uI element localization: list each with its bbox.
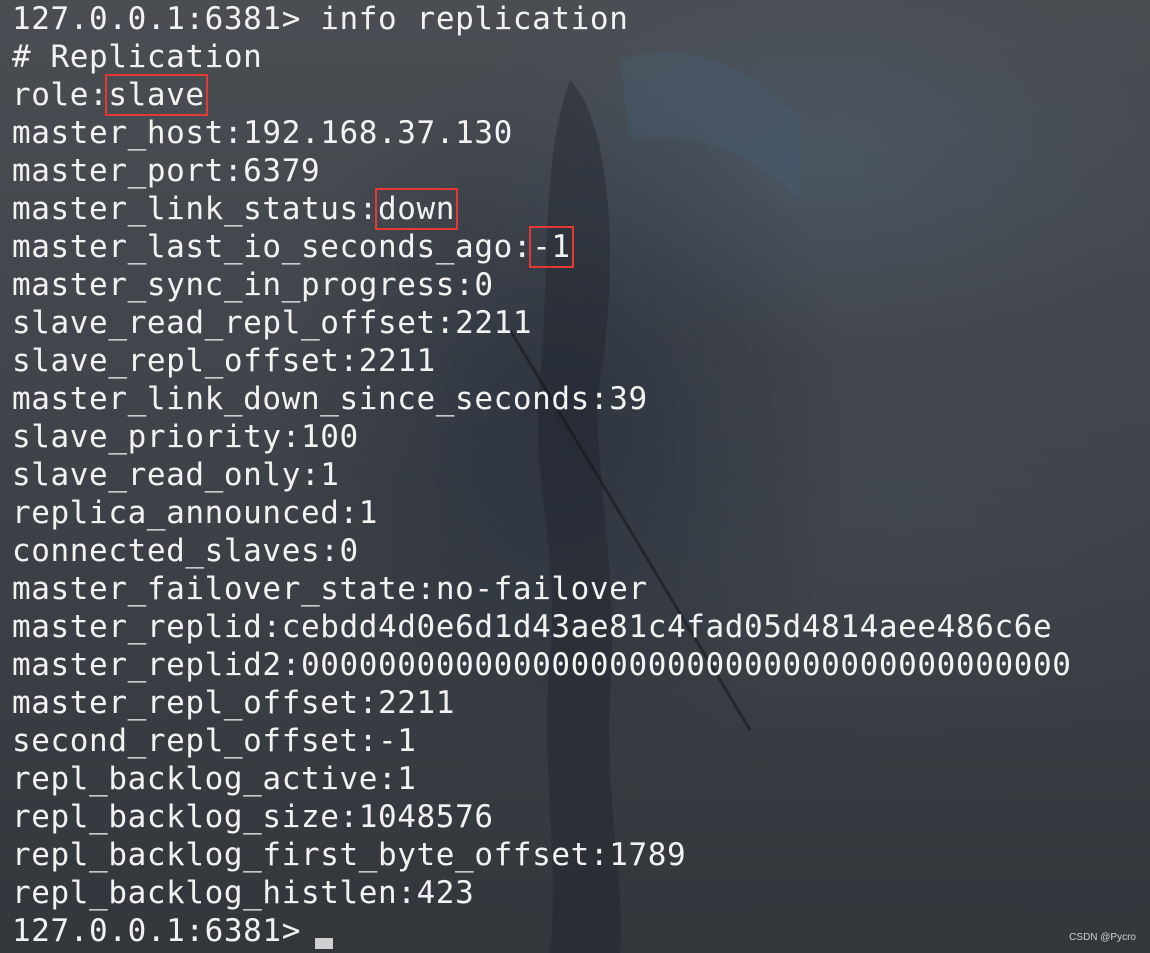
field-line: master_repl_offset:2211	[12, 684, 1072, 722]
field-separator: :	[358, 685, 379, 721]
field-separator: :	[358, 723, 379, 759]
field-separator: :	[589, 381, 610, 417]
field-line: master_failover_state:no-failover	[12, 570, 1072, 608]
command-line: 127.0.0.1:6381> info replication	[12, 0, 1072, 38]
prompt: 127.0.0.1:6381>	[12, 1, 301, 37]
field-line: replica_announced:1	[12, 494, 1072, 532]
field-separator: :	[300, 457, 321, 493]
field-separator: :	[320, 533, 340, 569]
field-value: -1	[378, 723, 417, 759]
field-key: role	[12, 77, 90, 113]
field-key: repl_backlog_active	[12, 761, 379, 797]
field-value: 192.168.37.130	[243, 115, 513, 151]
field-key: second_repl_offset	[12, 723, 359, 759]
field-key: replica_announced	[12, 495, 340, 531]
field-value: 1789	[609, 837, 687, 873]
field-key: connected_slaves	[12, 533, 321, 569]
field-line: second_repl_offset:-1	[12, 722, 1072, 760]
field-key: master_host	[12, 115, 224, 151]
field-separator: :	[435, 305, 456, 341]
field-value: 1048576	[358, 799, 494, 835]
field-key: master_replid	[12, 609, 263, 645]
field-separator: :	[339, 495, 359, 531]
field-separator: :	[339, 343, 359, 379]
field-value-highlighted: slave	[105, 74, 208, 116]
field-separator: :	[416, 571, 436, 607]
field-line: slave_read_only:1	[12, 456, 1072, 494]
field-value: 2211	[358, 343, 436, 379]
field-key: slave_read_only	[12, 457, 301, 493]
field-line: master_port:6379	[12, 152, 1072, 190]
field-line: slave_repl_offset:2211	[12, 342, 1072, 380]
field-line: repl_backlog_first_byte_offset:1789	[12, 836, 1072, 874]
field-value: cebdd4d0e6d1d43ae81c4fad05d4814aee486c6e	[281, 609, 1053, 645]
field-line: master_last_io_seconds_ago:-1	[12, 226, 1072, 268]
field-key: slave_priority	[12, 419, 282, 455]
field-line: repl_backlog_size:1048576	[12, 798, 1072, 836]
field-separator: :	[378, 761, 398, 797]
field-value: 2211	[455, 305, 533, 341]
field-key: master_repl_offset	[12, 685, 359, 721]
field-separator: :	[262, 609, 282, 645]
field-value: no-failover	[435, 571, 648, 607]
field-key: master_sync_in_progress	[12, 267, 456, 303]
field-value: 0	[339, 533, 359, 569]
field-value-highlighted: -1	[529, 226, 574, 268]
terminal-window[interactable]: 127.0.0.1:6381> info replication # Repli…	[0, 0, 1150, 953]
field-key: repl_backlog_size	[12, 799, 340, 835]
field-separator: :	[358, 191, 379, 227]
field-key: master_replid2	[12, 647, 282, 683]
field-key: repl_backlog_histlen	[12, 875, 398, 911]
field-value-highlighted: down	[375, 188, 459, 230]
field-line: master_host:192.168.37.130	[12, 114, 1072, 152]
field-value: 39	[609, 381, 648, 417]
field-line: master_replid2:0000000000000000000000000…	[12, 646, 1072, 684]
field-separator: :	[281, 647, 301, 683]
command-text: info replication	[320, 1, 629, 37]
field-value: 1	[397, 761, 417, 797]
field-key: slave_repl_offset	[12, 343, 340, 379]
field-key: master_last_io_seconds_ago	[12, 229, 513, 265]
field-key: master_port	[12, 153, 224, 189]
field-line: role:slave	[12, 74, 1072, 116]
field-value: 0000000000000000000000000000000000000000	[300, 647, 1072, 683]
field-value: 1	[358, 495, 379, 531]
field-line: master_link_down_since_seconds:39	[12, 380, 1072, 418]
field-line: slave_read_repl_offset:2211	[12, 304, 1072, 342]
field-separator: :	[223, 115, 244, 151]
terminal-output: 127.0.0.1:6381> info replication # Repli…	[12, 0, 1072, 950]
field-line: master_replid:cebdd4d0e6d1d43ae81c4fad05…	[12, 608, 1072, 646]
field-line: connected_slaves:0	[12, 532, 1072, 570]
field-separator: :	[455, 267, 475, 303]
cursor	[314, 938, 333, 949]
field-value: 2211	[378, 685, 456, 721]
field-key: repl_backlog_first_byte_offset	[12, 837, 590, 873]
prompt: 127.0.0.1:6381>	[12, 913, 301, 949]
field-separator: :	[512, 229, 533, 265]
watermark: CSDN @Pycro	[1069, 932, 1136, 943]
field-value: 6379	[243, 153, 321, 189]
field-line: slave_priority:100	[12, 418, 1072, 456]
field-key: master_failover_state	[12, 571, 417, 607]
field-line: repl_backlog_histlen:423	[12, 874, 1072, 912]
field-key: master_link_status	[12, 191, 359, 227]
field-separator: :	[281, 419, 301, 455]
field-separator: :	[223, 153, 244, 189]
field-line: master_sync_in_progress:0	[12, 266, 1072, 304]
field-separator: :	[589, 837, 610, 873]
field-value: 0	[474, 267, 494, 303]
field-value: 1	[320, 457, 340, 493]
field-value: 100	[300, 419, 359, 455]
field-line: master_link_status:down	[12, 188, 1072, 230]
field-line: repl_backlog_active:1	[12, 760, 1072, 798]
section-header: # Replication	[12, 39, 263, 75]
field-separator: :	[339, 799, 359, 835]
field-value: 423	[416, 875, 475, 911]
field-key: master_link_down_since_seconds	[12, 381, 590, 417]
field-separator: :	[89, 77, 109, 113]
prompt-line[interactable]: 127.0.0.1:6381>	[12, 912, 1072, 950]
field-separator: :	[397, 875, 417, 911]
field-key: slave_read_repl_offset	[12, 305, 436, 341]
